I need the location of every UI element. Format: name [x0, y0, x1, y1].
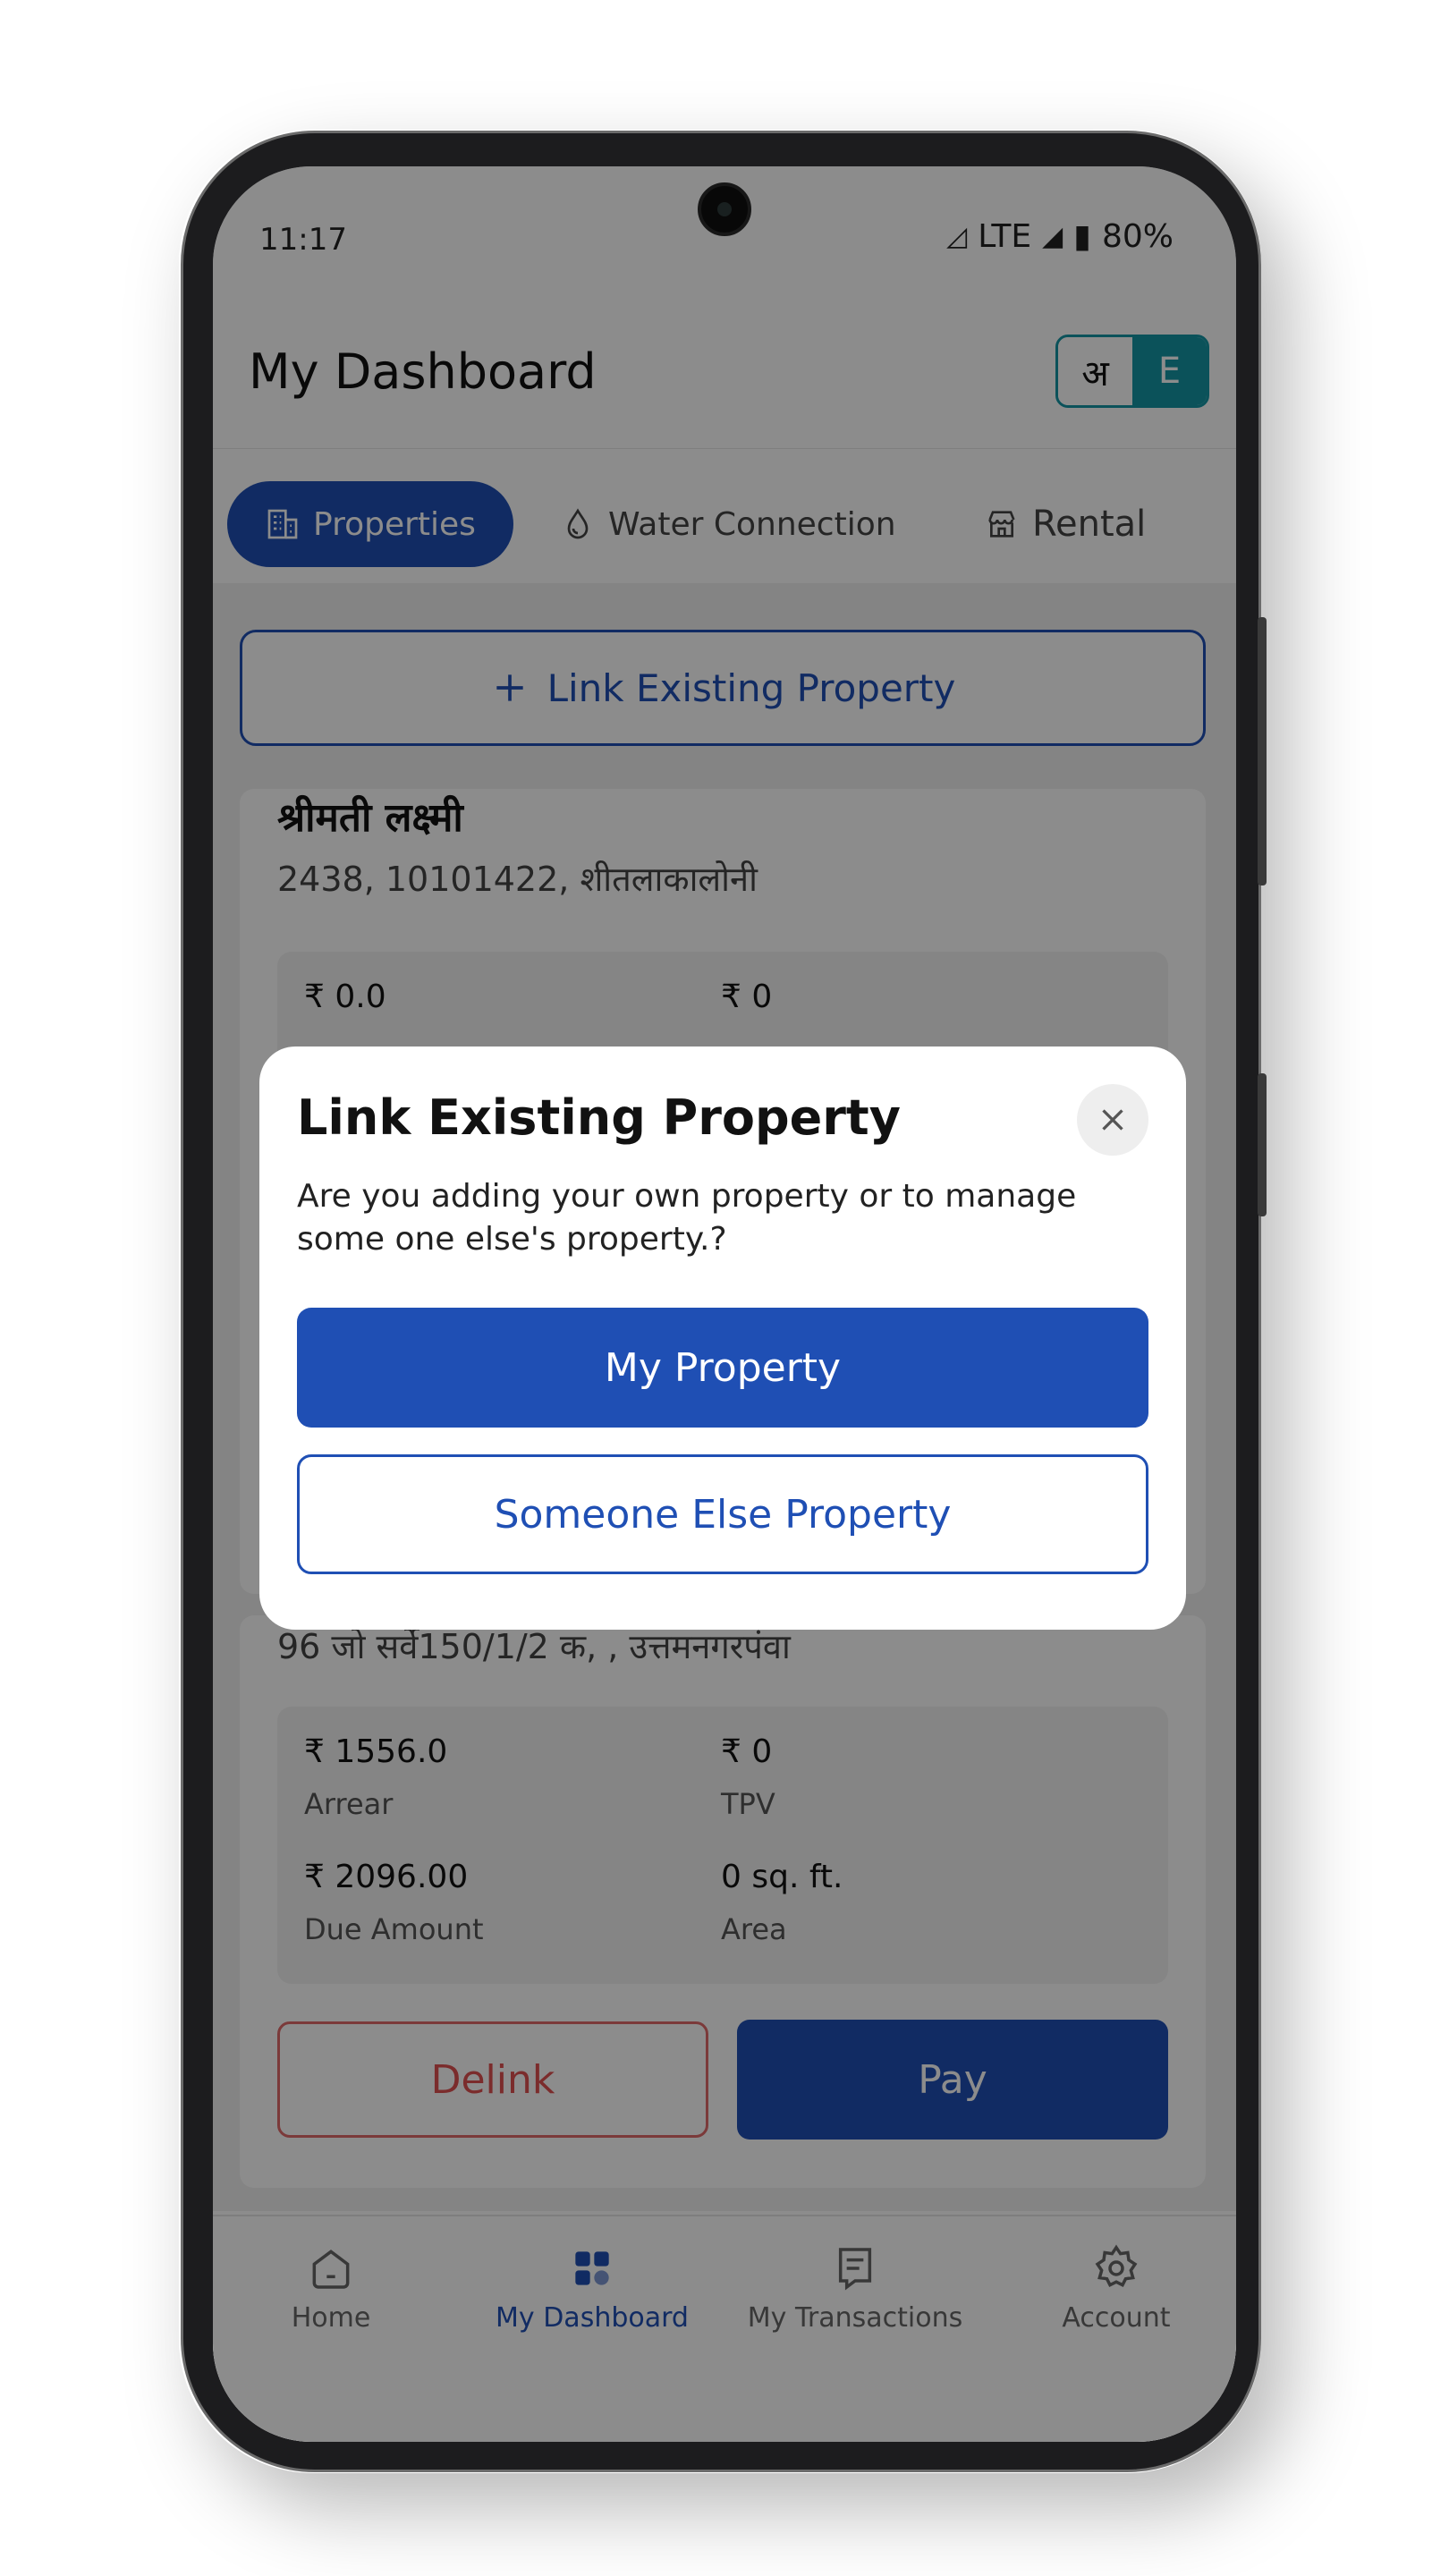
volume-button [1258, 617, 1267, 886]
power-button [1258, 1073, 1267, 1216]
dialog-message: Are you adding your own property or to m… [297, 1178, 1077, 1258]
dialog-title: Link Existing Property [297, 1089, 901, 1146]
my-property-button[interactable]: My Property [297, 1308, 1148, 1428]
close-icon [1102, 1109, 1123, 1131]
close-button[interactable] [1077, 1084, 1148, 1156]
someone-else-property-button[interactable]: Someone Else Property [297, 1454, 1148, 1574]
screen: 11:17 ◿ LTE ◢ ▮ 80% My Dashboard अ E Pro… [213, 166, 1236, 2442]
link-property-dialog: Link Existing Property Are you adding yo… [259, 1046, 1186, 1630]
